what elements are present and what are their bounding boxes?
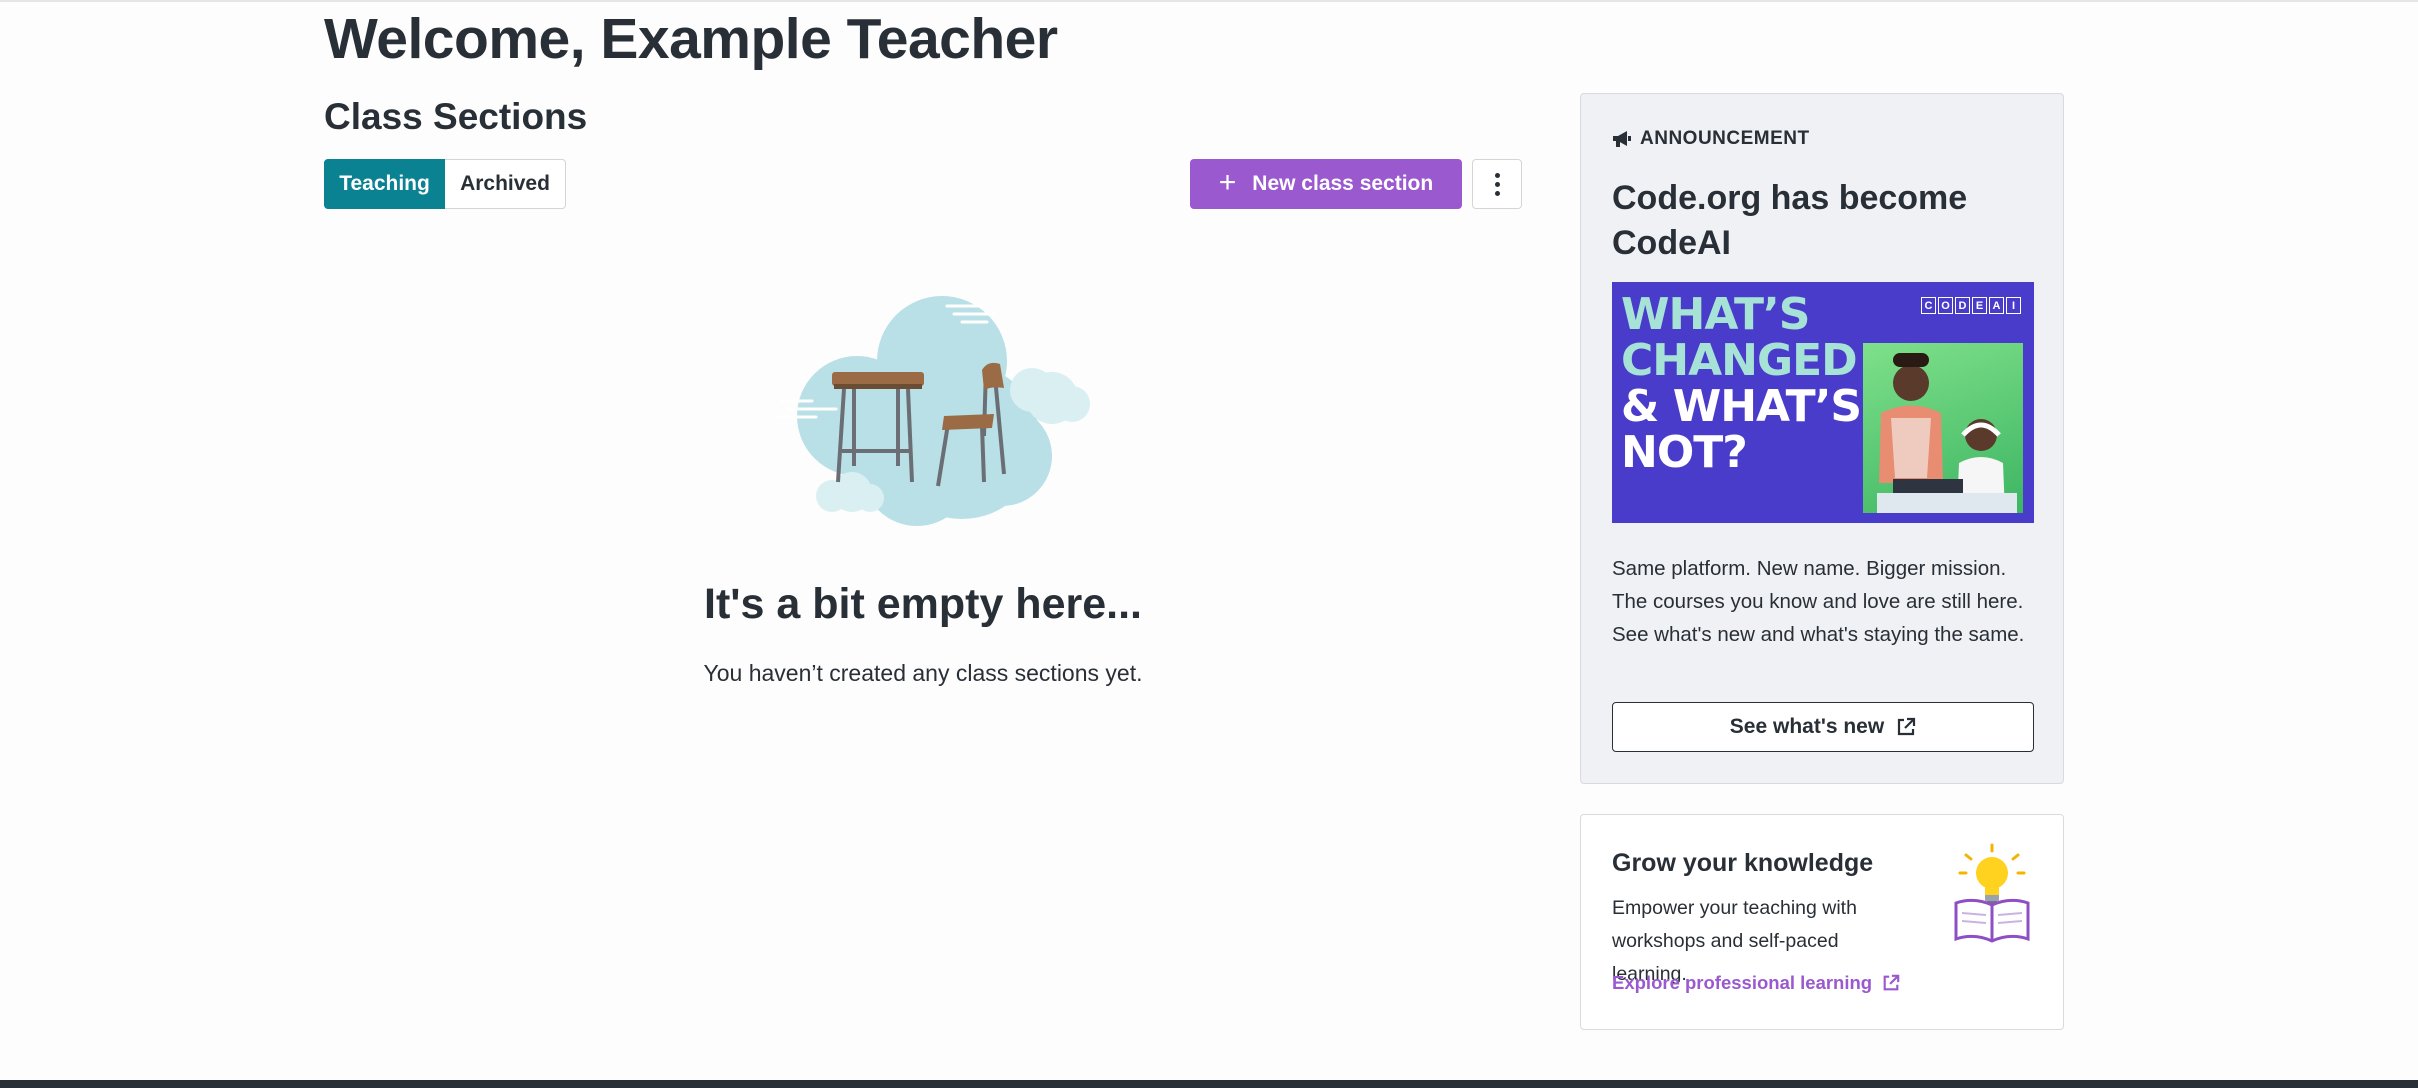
banner-line: NOT?: [1621, 427, 1748, 478]
announcement-title: Code.org has become CodeAI: [1612, 179, 1968, 262]
section-filter-toggle: Teaching Archived: [324, 159, 566, 209]
new-class-section-button[interactable]: + New class section: [1190, 159, 1462, 209]
announcement-banner-image: WHAT’S CHANGED & WHAT’S NOT? CODEAI: [1612, 282, 2034, 523]
banner-line: WHAT’S: [1621, 289, 1810, 340]
new-class-section-label: New class section: [1252, 172, 1434, 195]
announcement-card: ANNOUNCEMENT Code.org has become CodeAI …: [1580, 93, 2064, 784]
tab-teaching[interactable]: Teaching: [324, 159, 445, 209]
explore-link-label: Explore professional learning: [1612, 972, 1873, 993]
external-link-icon: [1883, 974, 1900, 991]
page-title: Welcome, Example Teacher: [324, 7, 1058, 71]
banner-line: CHANGED: [1621, 335, 1858, 386]
teacher-student-photo: [1863, 343, 2023, 513]
announcement-label-text: ANNOUNCEMENT: [1640, 128, 1810, 149]
see-whats-new-label: See what's new: [1729, 715, 1885, 738]
class-sections-heading: Class Sections: [324, 96, 588, 137]
footer-bar: [0, 1080, 2418, 1088]
banner-headline: WHAT’S CHANGED & WHAT’S NOT?: [1621, 289, 1862, 478]
lightbulb-book-icon: [1954, 843, 2030, 943]
empty-state-title: It's a bit empty here...: [704, 580, 1142, 628]
announcement-label: ANNOUNCEMENT: [1612, 128, 1810, 150]
explore-professional-learning-link[interactable]: Explore professional learning: [1612, 972, 1900, 994]
grow-knowledge-card: Grow your knowledge Empower your teachin…: [1580, 814, 2064, 1030]
tab-archived[interactable]: Archived: [445, 159, 566, 209]
top-border: [0, 0, 2418, 2]
codeai-logo: CODEAI: [1921, 297, 2021, 314]
banner-line: & WHAT’S: [1621, 381, 1862, 432]
megaphone-icon: [1613, 131, 1631, 147]
external-link-icon: [1898, 717, 1916, 736]
see-whats-new-button[interactable]: See what's new: [1612, 702, 2034, 752]
empty-classroom-illustration: [776, 296, 1090, 526]
plus-icon: +: [1218, 165, 1237, 199]
empty-state-subtitle: You haven’t created any class sections y…: [703, 660, 1143, 686]
more-options-button[interactable]: [1472, 159, 1522, 209]
kebab-menu-icon: [1494, 172, 1500, 178]
grow-title: Grow your knowledge: [1612, 849, 1874, 877]
announcement-body: Same platform. New name. Bigger mission.…: [1612, 557, 2025, 646]
